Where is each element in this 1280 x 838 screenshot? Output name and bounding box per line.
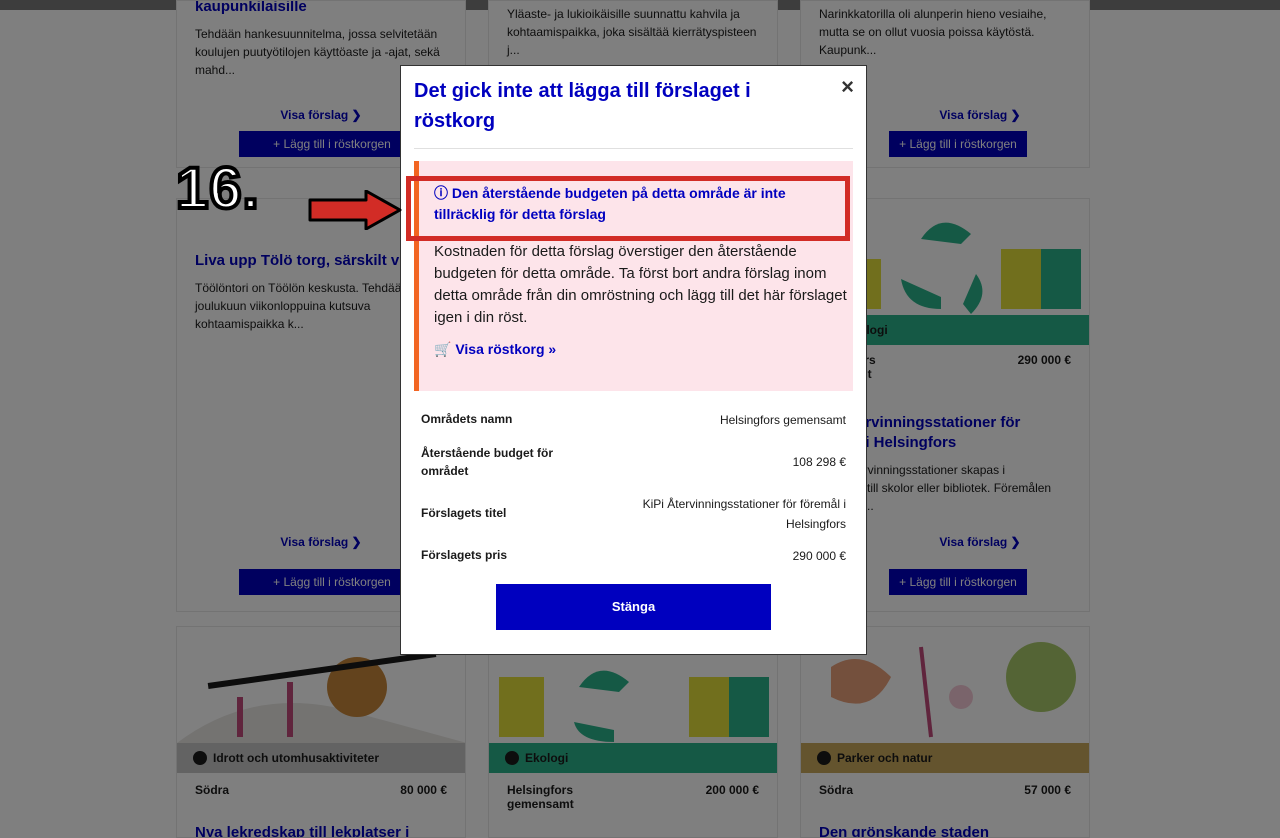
highlight-box <box>406 176 850 241</box>
view-basket-link[interactable]: 🛒 Visa röstkorg » <box>434 341 556 358</box>
error-dialog: Det gick inte att lägga till förslaget i… <box>400 65 867 655</box>
step-number: 16. <box>174 154 261 223</box>
info-key: Förslagets pris <box>421 548 508 562</box>
alert-message: Kostnaden för detta förslag överstiger d… <box>434 243 847 326</box>
close-icon[interactable]: × <box>841 74 854 100</box>
info-key: Områdets namn <box>421 412 513 426</box>
info-value: 108 298 € <box>792 455 846 469</box>
dialog-title: Det gick inte att lägga till förslaget i… <box>414 80 751 132</box>
info-value: Helsingfors gemensamt <box>719 413 846 427</box>
info-value: 290 000 € <box>792 549 846 563</box>
divider <box>414 148 853 149</box>
info-value: KiPi Återvinningsstationer för föremål i… <box>642 497 846 531</box>
arrow-icon <box>308 190 402 230</box>
info-key: Förslagets titel <box>421 506 507 520</box>
close-button[interactable]: Stänga <box>496 584 771 630</box>
info-key: Återstående budget för området <box>421 446 554 478</box>
